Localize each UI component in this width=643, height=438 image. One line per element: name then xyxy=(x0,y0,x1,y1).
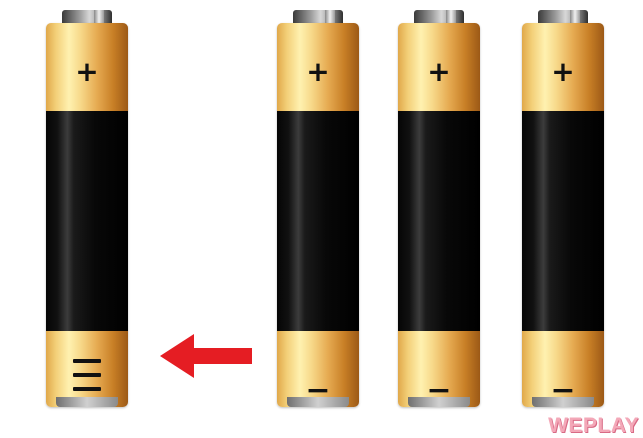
line-mark xyxy=(73,359,101,363)
line-mark xyxy=(73,373,101,377)
battery-positive-terminal xyxy=(538,10,588,24)
battery-black-band xyxy=(398,111,480,331)
battery-positive-terminal xyxy=(414,10,464,24)
watermark-logo: WEPLAY xyxy=(548,414,639,437)
battery-positive-terminal xyxy=(293,10,343,24)
plus-symbol: + xyxy=(75,55,99,88)
battery-black-band xyxy=(522,111,604,331)
battery-right: + − xyxy=(522,10,604,412)
battery-black-band xyxy=(277,111,359,331)
minus-symbol: − xyxy=(305,373,331,407)
battery-middle-1: + − xyxy=(277,10,359,412)
battery-scene: + + − + − + − WEPLAY xyxy=(0,0,643,438)
plus-symbol: + xyxy=(306,55,330,88)
minus-symbol: − xyxy=(426,373,452,407)
plus-symbol: + xyxy=(427,55,451,88)
battery-positive-terminal xyxy=(62,10,112,24)
battery-body: + − xyxy=(277,23,359,407)
battery-left: + xyxy=(46,10,128,412)
battery-body: + − xyxy=(398,23,480,407)
line-mark xyxy=(73,387,101,391)
battery-black-band xyxy=(46,111,128,331)
three-lines-symbol xyxy=(73,359,101,401)
plus-symbol: + xyxy=(551,55,575,88)
battery-body: + xyxy=(46,23,128,407)
battery-middle-2: + − xyxy=(398,10,480,412)
battery-body: + − xyxy=(522,23,604,407)
minus-symbol: − xyxy=(550,373,576,407)
left-arrow-icon xyxy=(160,334,252,378)
